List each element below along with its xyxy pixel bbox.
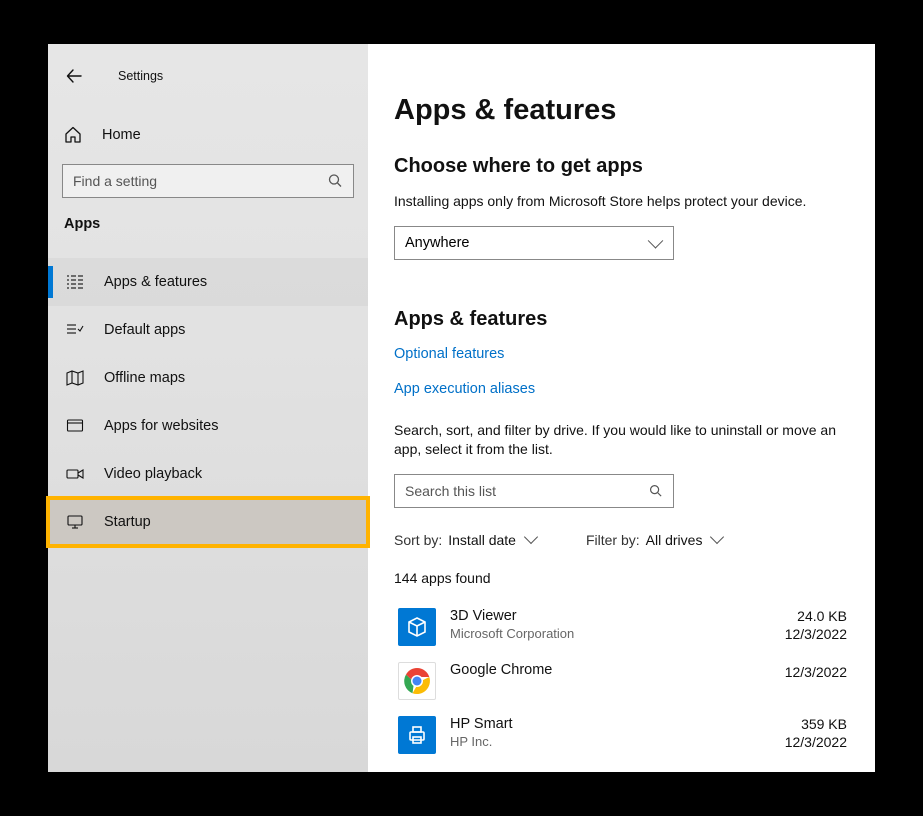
app-row-google-chrome[interactable]: Google Chrome 12/3/2022 [394, 654, 851, 708]
sidebar-item-label: Apps & features [104, 274, 207, 290]
default-apps-icon [64, 321, 86, 339]
app-name: 3D Viewer [450, 608, 747, 624]
app-size: 359 KB [747, 716, 847, 732]
back-arrow-icon [66, 68, 82, 84]
find-setting-input[interactable] [73, 173, 343, 189]
title-bar: Settings [48, 58, 368, 94]
filter-by-value: All drives [646, 532, 703, 548]
choose-help-text: Installing apps only from Microsoft Stor… [394, 192, 851, 212]
chevron-down-icon [524, 530, 538, 544]
app-date: 12/3/2022 [747, 664, 847, 680]
app-date: 12/3/2022 [747, 626, 847, 642]
sidebar-item-startup[interactable]: Startup [48, 498, 368, 546]
settings-window: Settings Home Apps [48, 44, 875, 772]
app-execution-aliases-link[interactable]: App execution aliases [394, 381, 535, 397]
choose-heading: Choose where to get apps [394, 155, 851, 178]
filter-by-control[interactable]: Filter by: All drives [586, 532, 722, 548]
app-name: Google Chrome [450, 662, 747, 678]
window-title: Settings [118, 69, 163, 83]
sidebar-home[interactable]: Home [48, 114, 368, 156]
app-size: 24.0 KB [747, 608, 847, 624]
sort-by-label: Sort by: [394, 532, 442, 548]
sidebar-item-video-playback[interactable]: Video playback [48, 450, 368, 498]
sidebar-nav: Apps & features Default apps Offline [48, 258, 368, 546]
sidebar-item-label: Default apps [104, 322, 185, 338]
sidebar-item-apps-features[interactable]: Apps & features [48, 258, 368, 306]
sidebar-item-offline-maps[interactable]: Offline maps [48, 354, 368, 402]
filter-by-label: Filter by: [586, 532, 640, 548]
app-date: 12/3/2022 [747, 734, 847, 750]
back-button[interactable] [58, 60, 90, 92]
apps-features-icon [64, 273, 86, 291]
search-help-text: Search, sort, and filter by drive. If yo… [394, 421, 851, 460]
page-title: Apps & features [394, 94, 851, 127]
search-list-input[interactable] [405, 483, 663, 499]
printer-icon [398, 716, 436, 754]
search-icon [649, 484, 663, 498]
sort-by-control[interactable]: Sort by: Install date [394, 532, 536, 548]
search-list-box[interactable] [394, 474, 674, 508]
startup-icon [64, 513, 86, 531]
app-row-hp-smart[interactable]: HP Smart HP Inc. 359 KB 12/3/2022 [394, 708, 851, 762]
apps-websites-icon [64, 417, 86, 435]
chrome-icon [398, 662, 436, 700]
video-playback-icon [64, 465, 86, 483]
optional-features-link[interactable]: Optional features [394, 346, 504, 362]
sidebar-category-title: Apps [48, 198, 368, 242]
sidebar-item-label: Apps for websites [104, 418, 218, 434]
app-name: HP Smart [450, 716, 747, 732]
sidebar-item-default-apps[interactable]: Default apps [48, 306, 368, 354]
find-setting-searchbox[interactable] [62, 164, 354, 198]
cube-icon [398, 608, 436, 646]
sidebar-item-label: Video playback [104, 466, 202, 482]
chevron-down-icon [710, 530, 724, 544]
content-pane: Apps & features Choose where to get apps… [368, 44, 875, 772]
app-row-3d-viewer[interactable]: 3D Viewer Microsoft Corporation 24.0 KB … [394, 600, 851, 654]
choose-source-dropdown[interactable]: Anywhere [394, 226, 674, 260]
sidebar: Settings Home Apps [48, 44, 368, 772]
apps-features-heading: Apps & features [394, 308, 851, 331]
search-icon [328, 174, 343, 189]
app-publisher: Microsoft Corporation [450, 626, 747, 641]
sort-by-value: Install date [448, 532, 516, 548]
home-icon [64, 126, 86, 144]
app-publisher: HP Inc. [450, 734, 747, 749]
offline-maps-icon [64, 369, 86, 387]
sidebar-item-label: Offline maps [104, 370, 185, 386]
apps-found-count: 144 apps found [394, 570, 851, 586]
sidebar-item-apps-websites[interactable]: Apps for websites [48, 402, 368, 450]
sidebar-item-label: Startup [104, 514, 151, 530]
choose-source-value: Anywhere [405, 235, 469, 251]
sidebar-home-label: Home [102, 127, 141, 143]
